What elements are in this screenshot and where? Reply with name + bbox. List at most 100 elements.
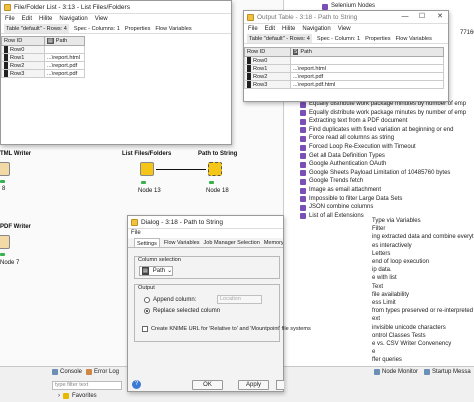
node-title-tml-writer: TML Writer xyxy=(0,151,32,157)
cancel-button[interactable] xyxy=(276,380,284,390)
window-title: Dialog - 3:18 - Path to String xyxy=(141,218,224,226)
minimize-icon[interactable]: — xyxy=(398,11,412,23)
row-id-cell: Row2 xyxy=(244,72,291,81)
row-marker-icon xyxy=(4,46,8,53)
workflow-icon xyxy=(300,204,306,211)
node-status xyxy=(209,181,214,184)
tab-properties[interactable]: Properties xyxy=(125,24,151,33)
row-marker-icon xyxy=(4,70,8,77)
workflow-icon xyxy=(300,110,306,117)
table-row[interactable]: Row3 ...\report.pdf xyxy=(1,69,85,78)
column-header-path[interactable]: ▤ Path xyxy=(44,36,85,46)
workflow-icon xyxy=(300,101,306,108)
menu-file[interactable]: File xyxy=(5,14,15,24)
list-files-node[interactable] xyxy=(140,162,154,176)
tab-properties[interactable]: Properties xyxy=(365,34,391,43)
apply-button[interactable]: Apply xyxy=(238,380,269,390)
tab-table[interactable]: Table "default" - Rows: 4 xyxy=(4,24,69,33)
menu-hilite[interactable]: Hilite xyxy=(282,24,295,34)
expand-arrow-icon: › xyxy=(58,393,60,399)
node-title-list-files: List Files/Folders xyxy=(122,151,172,157)
pdf-writer-node[interactable] xyxy=(0,235,10,249)
append-column-input[interactable]: Location xyxy=(217,295,262,304)
help-icon[interactable]: ? xyxy=(132,380,141,389)
repo-item[interactable]: from types preserved or re-interpreted xyxy=(372,307,473,316)
node-number-13: Node 13 xyxy=(138,188,161,194)
menu-edit[interactable]: Edit xyxy=(22,14,32,24)
workflow-icon xyxy=(300,213,306,220)
tab-flow-variables[interactable]: Flow Variables xyxy=(164,238,200,247)
tab-spec[interactable]: Spec - Columns: 1 xyxy=(74,24,120,33)
tab-table[interactable]: Table "default" - Rows: 4 xyxy=(247,34,312,43)
close-icon[interactable]: ✕ xyxy=(432,11,448,23)
tab-startup-messages[interactable]: Startup Messa xyxy=(424,369,471,375)
tml-writer-node[interactable] xyxy=(0,162,10,176)
chevron-down-icon: ⌄ xyxy=(167,268,173,274)
monitor-icon xyxy=(374,369,380,375)
window-titlebar[interactable]: Dialog - 3:18 - Path to String xyxy=(128,216,283,229)
row-id-cell: Row3 xyxy=(244,80,291,89)
menu-view[interactable]: View xyxy=(338,24,351,34)
repo-item[interactable]: e vs. CSV Writer Convenency xyxy=(372,340,451,349)
table-row[interactable]: Row1 ...\report.html xyxy=(1,53,85,62)
table-row[interactable]: Row0 xyxy=(244,56,444,65)
node-number-8: 8 xyxy=(2,186,6,192)
tab-spec[interactable]: Spec - Column: 1 xyxy=(317,34,360,43)
append-column-option[interactable]: Append column: xyxy=(144,297,196,303)
menu-navigation[interactable]: Navigation xyxy=(302,24,330,34)
menu-file[interactable]: File xyxy=(128,229,283,238)
workflow-icon xyxy=(300,127,306,134)
menu-view[interactable]: View xyxy=(95,14,108,24)
node-connection xyxy=(156,169,206,170)
tab-flow-variables[interactable]: Flow Variables xyxy=(396,34,432,43)
column-header-path[interactable]: S Path xyxy=(290,47,444,57)
tab-flow-variables[interactable]: Flow Variables xyxy=(155,24,191,33)
menu-file[interactable]: File xyxy=(248,24,258,34)
tab-node-monitor[interactable]: Node Monitor xyxy=(374,369,418,375)
filter-input[interactable]: type filter text xyxy=(52,381,122,390)
menu-navigation[interactable]: Navigation xyxy=(59,14,87,24)
replace-radio[interactable] xyxy=(144,308,150,314)
menu-hilite[interactable]: Hilite xyxy=(39,14,52,24)
window-title: Output Table - 3:18 - Path to String xyxy=(257,13,358,21)
workflow-icon xyxy=(322,3,328,10)
repo-item[interactable]: ffer queries xyxy=(372,356,402,365)
app-icon xyxy=(247,13,254,21)
path-cell: ...\report.pdf xyxy=(290,72,444,81)
menu-edit[interactable]: Edit xyxy=(265,24,275,34)
console-icon xyxy=(52,369,58,375)
column-selection-label: Column selection xyxy=(137,257,182,263)
create-knime-url-option[interactable]: Create KNIME URL for 'Relative to' and '… xyxy=(142,326,311,332)
tab-memory-policy[interactable]: Memory Policy xyxy=(264,238,283,247)
window-titlebar[interactable]: Output Table - 3:18 - Path to String — ☐… xyxy=(244,11,448,24)
table-row[interactable]: Row3 ...\report.pdf.html xyxy=(244,80,444,89)
startup-icon xyxy=(424,369,430,375)
node-title-path-to-string: Path to String xyxy=(198,151,238,157)
data-table: Row ID ▤ Path Row0 Row1 ...\report.html Row2… xyxy=(1,36,85,78)
maximize-icon[interactable]: ☐ xyxy=(415,11,429,23)
column-header-rowid[interactable]: Row ID xyxy=(1,36,45,46)
tab-job-manager[interactable]: Job Manager Selection xyxy=(204,238,260,247)
table-row[interactable]: Row2 ...\report.pdf xyxy=(244,72,444,81)
view-tabs: Table "default" - Rows: 4 Spec - Column:… xyxy=(244,34,448,44)
row-marker-icon xyxy=(247,81,251,88)
app-icon xyxy=(4,3,11,11)
path-to-string-node[interactable] xyxy=(208,162,222,176)
table-row[interactable]: Row2 ...\report.pdf xyxy=(1,61,85,70)
create-url-checkbox[interactable] xyxy=(142,326,148,332)
replace-column-option[interactable]: Replace selected column xyxy=(144,308,220,314)
ok-button[interactable]: OK xyxy=(192,380,223,390)
tab-error-log[interactable]: Error Log xyxy=(86,369,119,375)
table-row[interactable]: Row0 xyxy=(1,45,85,54)
tab-settings[interactable]: Settings xyxy=(134,238,160,247)
node-title-pdf-writer: PDF Writer xyxy=(0,224,31,230)
repo-item[interactable]: List of all Extensions xyxy=(300,212,364,221)
table-row[interactable]: Row1 ...\report.html xyxy=(244,64,444,73)
column-select[interactable]: ▤ Path ⌄ xyxy=(139,266,173,276)
tab-console[interactable]: Console xyxy=(52,369,82,375)
column-header-rowid[interactable]: Row ID xyxy=(244,47,291,57)
append-radio[interactable] xyxy=(144,297,150,303)
window-titlebar[interactable]: File/Folder List - 3:13 - List Files/Fol… xyxy=(1,1,231,14)
favorites-item[interactable]: › Favorites xyxy=(58,393,97,399)
path-cell xyxy=(44,45,85,54)
